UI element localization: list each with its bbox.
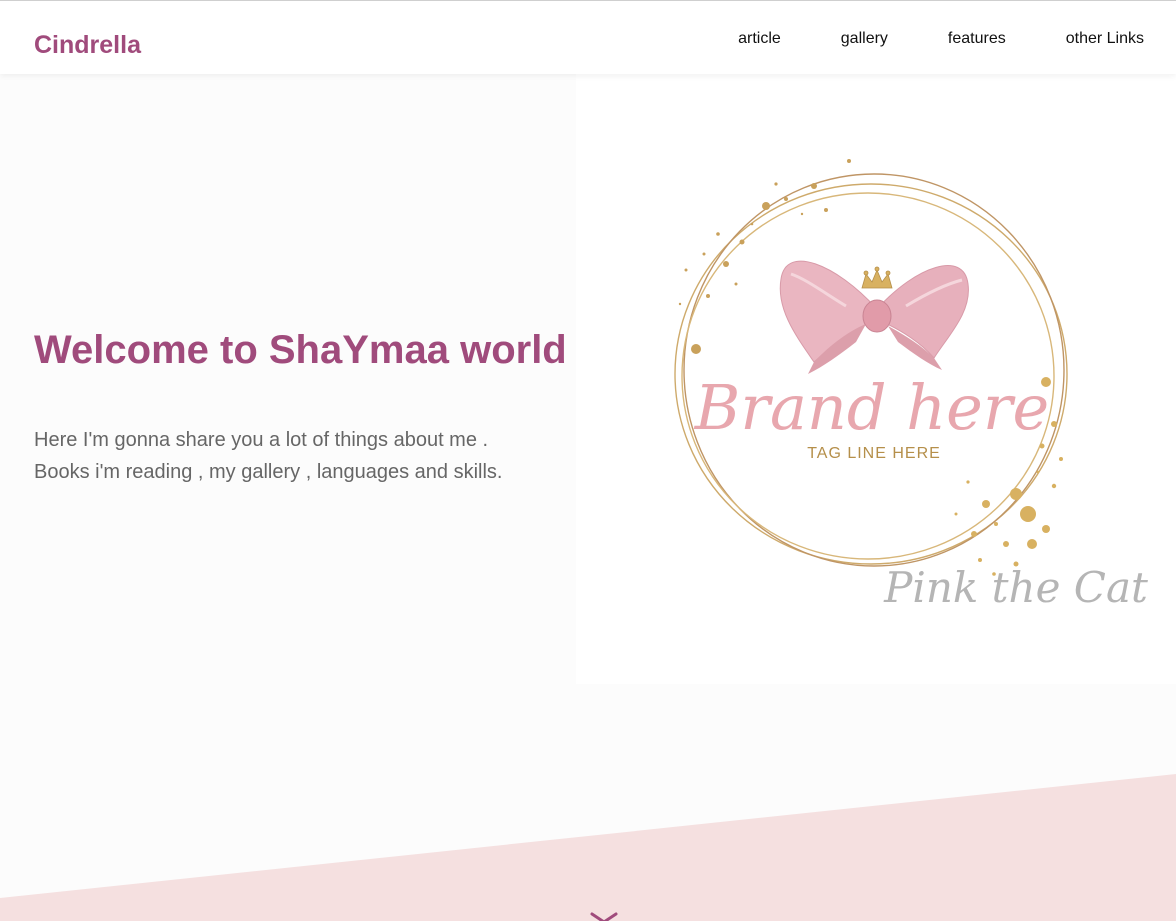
top-header: Cindrella article gallery features other… [0,0,1176,74]
nav-link-article[interactable]: article [738,30,781,48]
brand-logo-image: Brand here TAG LINE HERE Pink the Cat [576,74,1176,684]
hero-title: Welcome to ShaYmaa world [34,328,567,372]
nav-link-features[interactable]: features [948,30,1006,48]
site-logo[interactable]: Cindrella [34,31,141,60]
hero-line-1: Here I'm gonna share you a lot of things… [34,429,489,451]
hero-line-2: Books i'm reading , my gallery , languag… [34,461,503,483]
gold-rings [674,173,1068,567]
brand-logo-graphic: Brand here TAG LINE HERE Pink the Cat [674,159,1148,612]
chevron-down-icon[interactable] [590,910,618,921]
crown-icon [861,266,893,289]
nav-link-other-links[interactable]: other Links [1066,30,1144,48]
brand-text: Brand here [694,371,1049,444]
hero-description: Here I'm gonna share you a lot of things… [34,424,574,488]
nav-link-gallery[interactable]: gallery [841,30,888,48]
main-nav: article gallery features other Links [678,30,1144,48]
tagline-text: TAG LINE HERE [807,445,941,462]
pink-diagonal-band [0,774,1176,921]
signature-text: Pink the Cat [883,563,1148,612]
